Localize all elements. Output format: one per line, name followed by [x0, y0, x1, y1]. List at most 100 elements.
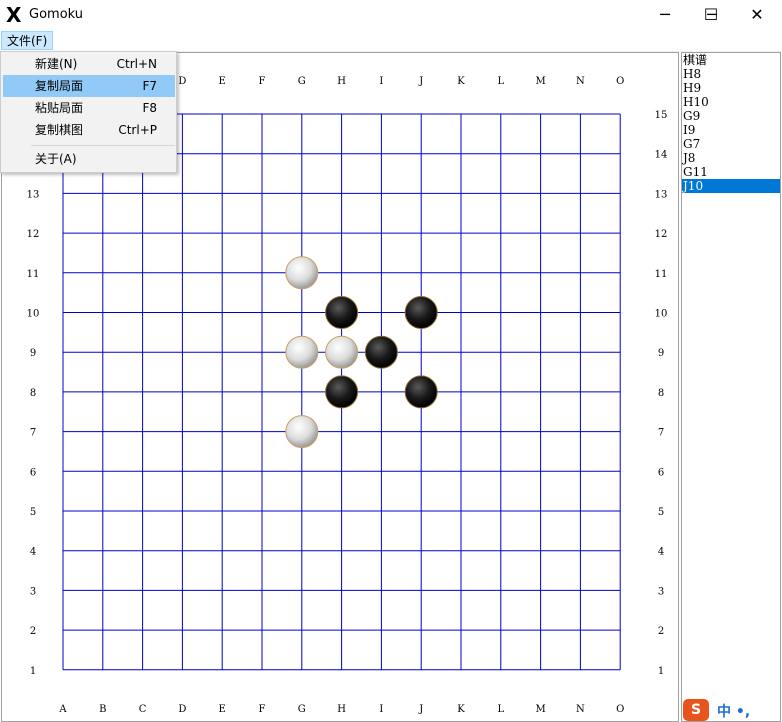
- menu-item-shortcut: Ctrl+P: [118, 123, 157, 137]
- column-label-bottom: A: [58, 704, 67, 715]
- column-label-bottom: C: [139, 704, 147, 715]
- ime-logo-icon: S: [683, 699, 709, 721]
- menu-item-about[interactable]: 关于(A): [3, 148, 175, 170]
- column-label-top: K: [457, 76, 465, 87]
- column-label-bottom: E: [219, 704, 226, 715]
- column-label-bottom: K: [457, 704, 465, 715]
- column-label-bottom: H: [337, 704, 346, 715]
- close-button[interactable]: ✕: [734, 0, 780, 31]
- menu-item-label: 关于(A): [35, 152, 77, 166]
- menu-item-copy-position[interactable]: 复制局面 F7: [3, 75, 175, 97]
- menu-item-shortcut: F8: [142, 101, 157, 115]
- black-stone: [404, 296, 438, 329]
- column-label-bottom: N: [576, 704, 585, 715]
- row-label-left: 11: [27, 269, 40, 280]
- row-label-right: 12: [655, 229, 668, 240]
- row-label-left: 3: [30, 586, 36, 597]
- menu-item-label: 复制棋图: [35, 123, 84, 137]
- menu-item-label: 新建(N): [35, 57, 78, 71]
- column-label-bottom: J: [418, 704, 423, 715]
- menu-item-new[interactable]: 新建(N) Ctrl+N: [3, 53, 175, 75]
- menu-item-shortcut: F7: [142, 79, 157, 93]
- minimize-icon: ─: [660, 5, 670, 24]
- row-label-right: 4: [658, 547, 664, 558]
- column-label-top: F: [259, 76, 266, 87]
- maximize-icon: ☐: [703, 5, 719, 24]
- row-label-right: 3: [658, 586, 664, 597]
- record-move-item[interactable]: G9: [682, 109, 780, 123]
- column-label-bottom: D: [178, 704, 186, 715]
- black-stone: [325, 296, 359, 329]
- black-stone: [364, 335, 398, 369]
- record-move-item[interactable]: I9: [682, 123, 780, 137]
- row-label-right: 2: [658, 626, 664, 637]
- row-label-right: 14: [655, 150, 668, 161]
- menu-item-shortcut: Ctrl+N: [116, 57, 157, 71]
- column-label-bottom: G: [298, 704, 306, 715]
- menu-item-copy-board-image[interactable]: 复制棋图 Ctrl+P: [3, 119, 175, 141]
- row-label-right: 7: [658, 428, 664, 439]
- white-stone: [285, 415, 319, 449]
- ime-status-text: 中 •,: [717, 704, 751, 720]
- column-label-top: O: [616, 76, 624, 87]
- file-menu-button[interactable]: 文件(F): [1, 31, 54, 50]
- record-move-item[interactable]: G11: [682, 165, 780, 179]
- column-label-top: D: [178, 76, 186, 87]
- row-label-left: 2: [30, 626, 36, 637]
- file-dropdown-menu: 新建(N) Ctrl+N 复制局面 F7 粘贴局面 F8 复制棋图 Ctrl+P…: [0, 51, 177, 173]
- record-move-item[interactable]: J10: [682, 179, 780, 193]
- row-label-right: 9: [658, 348, 664, 359]
- column-label-bottom: F: [259, 704, 266, 715]
- column-label-top: H: [337, 76, 346, 87]
- column-label-bottom: M: [535, 704, 545, 715]
- record-move-item[interactable]: G7: [682, 137, 780, 151]
- row-label-left: 8: [30, 388, 36, 399]
- row-label-right: 15: [655, 110, 668, 121]
- window-title: Gomoku: [29, 7, 84, 22]
- row-label-right: 10: [655, 309, 668, 320]
- menu-item-paste-position[interactable]: 粘贴局面 F8: [3, 97, 175, 119]
- row-label-right: 11: [655, 269, 668, 280]
- column-label-top: G: [298, 76, 306, 87]
- row-label-right: 1: [658, 666, 664, 677]
- record-move-item[interactable]: H8: [682, 67, 780, 81]
- white-stone: [285, 335, 319, 369]
- ime-indicator[interactable]: S 中 •,: [681, 698, 781, 722]
- record-move-item[interactable]: J8: [682, 151, 780, 165]
- column-label-top: I: [379, 76, 383, 87]
- row-label-left: 4: [30, 547, 36, 558]
- close-icon: ✕: [750, 5, 764, 24]
- white-stone: [325, 335, 359, 369]
- row-label-left: 5: [30, 507, 36, 518]
- app-icon: X: [6, 3, 22, 27]
- menu-item-label: 粘贴局面: [35, 101, 84, 115]
- menu-separator: [31, 145, 175, 146]
- row-label-left: 1: [30, 666, 36, 677]
- row-label-left: 6: [30, 467, 36, 478]
- menu-bar: 文件(F): [0, 31, 782, 52]
- row-label-right: 13: [655, 189, 668, 200]
- column-label-top: N: [576, 76, 585, 87]
- column-label-top: J: [418, 76, 423, 87]
- row-label-left: 13: [27, 189, 40, 200]
- column-label-top: M: [535, 76, 545, 87]
- record-header[interactable]: 棋谱: [682, 53, 780, 67]
- column-label-top: E: [219, 76, 226, 87]
- row-label-right: 6: [658, 467, 664, 478]
- black-stone: [325, 375, 359, 409]
- column-label-top: L: [497, 76, 504, 87]
- maximize-button[interactable]: ☐: [688, 0, 734, 31]
- row-label-left: 10: [27, 309, 40, 320]
- row-label-right: 8: [658, 388, 664, 399]
- column-label-bottom: O: [616, 704, 624, 715]
- record-move-item[interactable]: H9: [682, 81, 780, 95]
- row-label-left: 9: [30, 348, 36, 359]
- black-stone: [404, 375, 438, 409]
- move-record-list[interactable]: 棋谱 H8 H9 H10 G9 I9 G7 J8 G11 J10: [681, 52, 781, 722]
- column-label-bottom: B: [99, 704, 106, 715]
- minimize-button[interactable]: ─: [642, 0, 688, 31]
- row-label-left: 12: [27, 229, 40, 240]
- record-move-item[interactable]: H10: [682, 95, 780, 109]
- white-stone: [285, 256, 319, 290]
- row-label-right: 5: [658, 507, 664, 518]
